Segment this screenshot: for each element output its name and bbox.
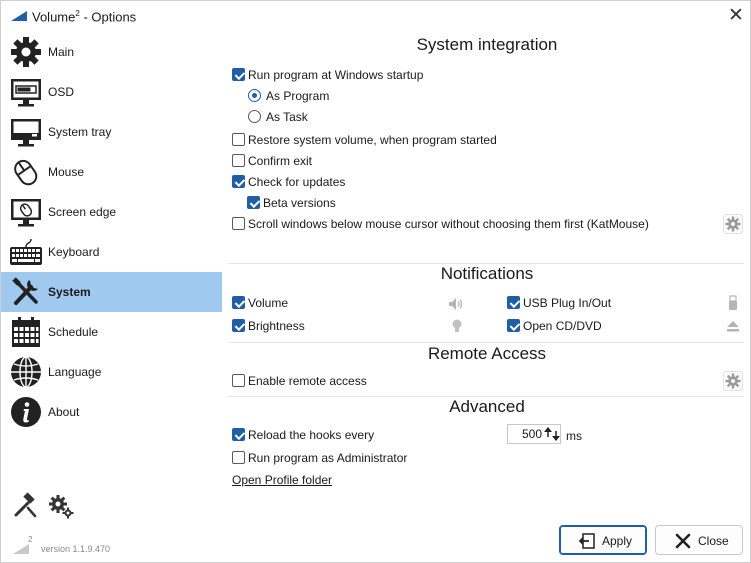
sidebar-item-schedule[interactable]: Schedule (1, 312, 222, 352)
checkbox-box[interactable] (232, 319, 245, 332)
radio-label: As Task (266, 110, 308, 124)
close-button[interactable]: Close (655, 525, 743, 555)
gear-icon (725, 216, 741, 232)
sidebar-item-label: System tray (48, 125, 112, 139)
checkbox-label: Scroll windows below mouse cursor withou… (248, 217, 649, 231)
title-bar: Volume2 - Options ✕ (1, 1, 750, 32)
mouse-icon (14, 159, 38, 186)
sidebar-item-about[interactable]: About (1, 392, 222, 432)
volume-logo-icon (11, 11, 27, 21)
gear-icon (725, 373, 741, 389)
sidebar-item-system[interactable]: System (1, 272, 222, 312)
system-settings-panel: System integration Run program at Window… (222, 32, 750, 562)
checkbox-box[interactable] (232, 154, 245, 167)
reload-interval-spinbox[interactable] (507, 424, 561, 444)
section-title-advanced: Advanced (449, 397, 525, 416)
speaker-icon (449, 298, 463, 310)
sidebar-item-main[interactable]: Main (1, 32, 222, 72)
sidebar-item-mouse[interactable]: Mouse (1, 152, 222, 192)
sidebar-item-label: Mouse (48, 165, 85, 179)
close-icon (675, 533, 691, 549)
calendar-icon (12, 317, 40, 347)
sidebar-item-system-tray[interactable]: System tray (1, 112, 222, 152)
keyboard-icon (10, 238, 42, 265)
checkbox-label: Run program as Administrator (248, 451, 408, 465)
radio-label: As Program (266, 89, 330, 103)
close-button-label: Close (698, 534, 729, 548)
advanced-settings-button[interactable] (47, 492, 75, 520)
customize-tools-button[interactable] (11, 492, 39, 520)
tools-icon (12, 277, 38, 305)
checkbox-label: Beta versions (263, 196, 336, 210)
checkbox-box[interactable] (507, 319, 520, 332)
usb-icon (729, 295, 737, 310)
section-title-remote-access: Remote Access (427, 344, 547, 363)
monitor-osd-icon (11, 79, 41, 107)
section-title-notifications: Notifications (440, 264, 534, 283)
checkbox-label: Confirm exit (248, 154, 313, 168)
checkbox-label: Check for updates (248, 175, 346, 189)
section-title-system-integration: System integration (416, 35, 558, 54)
apply-icon (578, 533, 595, 549)
interval-unit-label: ms (566, 429, 582, 443)
gears-icon (49, 495, 74, 519)
sidebar-item-screen-edge[interactable]: Screen edge (1, 192, 222, 232)
sidebar-item-label: System (48, 285, 91, 299)
radio-circle[interactable] (248, 110, 261, 123)
checkbox-box[interactable] (247, 196, 260, 209)
checkbox-label: Run program at Windows startup (248, 68, 424, 82)
sidebar: Main OSD System tray Mouse Screen edge K… (1, 32, 222, 562)
reload-interval-input[interactable] (510, 426, 542, 442)
sidebar-item-label: About (48, 405, 80, 419)
checkbox-box[interactable] (232, 133, 245, 146)
hammer-icon (14, 492, 37, 518)
version-label: version 1.1.9.470 (41, 544, 111, 554)
checkbox-box[interactable] (232, 451, 245, 464)
remote-access-settings-button[interactable] (723, 371, 743, 391)
radio-circle[interactable] (248, 89, 261, 102)
checkbox-box[interactable] (507, 296, 520, 309)
spin-arrows-icon[interactable] (544, 426, 560, 442)
checkbox-label: Open CD/DVD (523, 319, 602, 333)
gear-icon (11, 37, 41, 67)
options-window: Volume2 - Options ✕ Main OSD System tray… (0, 0, 751, 563)
sidebar-item-label: OSD (48, 85, 75, 99)
checkbox-box[interactable] (232, 175, 245, 188)
sidebar-item-keyboard[interactable]: Keyboard (1, 232, 222, 272)
checkbox-label: USB Plug In/Out (523, 296, 612, 310)
checkbox-box[interactable] (232, 428, 245, 441)
sidebar-item-label: Screen edge (48, 205, 117, 219)
checkbox-label: Reload the hooks every (248, 428, 375, 442)
checkbox-label: Volume (248, 296, 289, 310)
sidebar-item-label: Main (48, 45, 75, 59)
sidebar-item-language[interactable]: Language (1, 352, 222, 392)
screen-edge-icon (11, 199, 41, 227)
window-title: Volume2 - Options (32, 9, 137, 25)
open-profile-folder-link[interactable]: Open Profile folder (232, 473, 332, 487)
monitor-tray-icon (11, 119, 41, 147)
checkbox-box[interactable] (232, 296, 245, 309)
checkbox-box[interactable] (232, 68, 245, 81)
sidebar-item-label: Schedule (48, 325, 99, 339)
checkbox-label: Enable remote access (248, 374, 367, 388)
version-logo-sup: 2 (28, 535, 33, 544)
sidebar-item-label: Keyboard (48, 245, 100, 259)
divider (228, 342, 744, 343)
bulb-icon (452, 319, 462, 332)
globe-icon (11, 356, 41, 388)
window-close-icon[interactable]: ✕ (723, 5, 749, 27)
katmouse-settings-button[interactable] (723, 214, 743, 234)
apply-button-label: Apply (602, 534, 633, 548)
checkbox-box[interactable] (232, 374, 245, 387)
checkbox-label: Brightness (248, 319, 305, 333)
sidebar-item-label: Language (48, 365, 102, 379)
apply-button[interactable]: Apply (559, 525, 647, 555)
eject-icon (727, 321, 739, 332)
checkbox-label: Restore system volume, when program star… (248, 133, 497, 147)
sidebar-item-osd[interactable]: OSD (1, 72, 222, 112)
checkbox-box[interactable] (232, 217, 245, 230)
info-icon (11, 397, 41, 427)
